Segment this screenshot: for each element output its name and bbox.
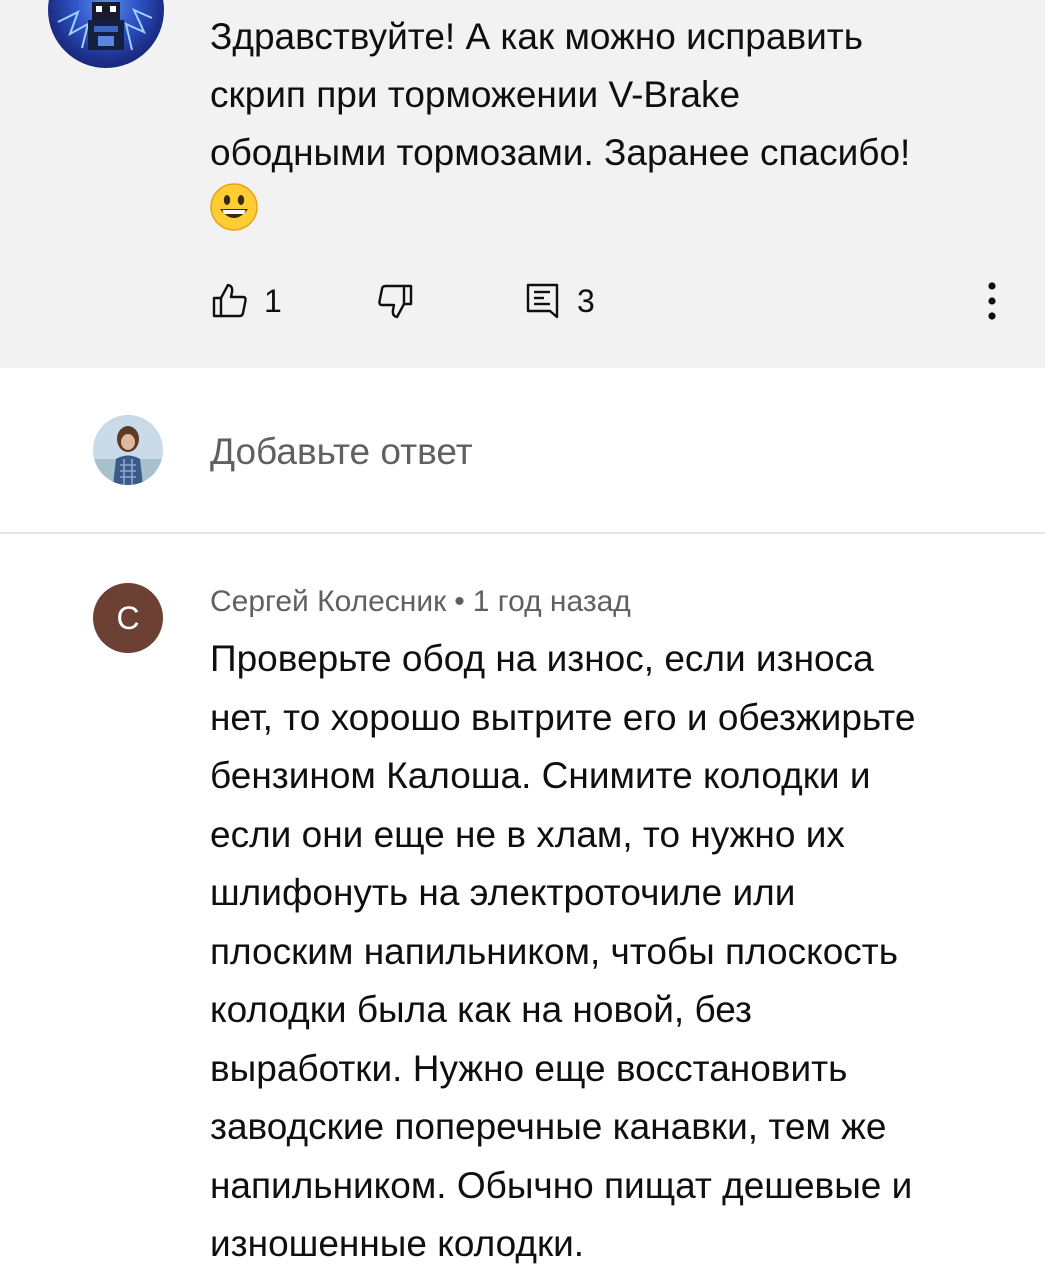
avatar-image <box>93 415 163 485</box>
meta-separator: • <box>454 585 465 618</box>
commenter-avatar[interactable] <box>48 0 164 68</box>
more-vert-icon <box>988 282 996 320</box>
like-count: 1 <box>264 282 282 319</box>
add-reply-row[interactable]: Добавьте ответ <box>0 368 1045 534</box>
dislike-button[interactable] <box>375 280 415 322</box>
reply-timestamp: 1 год назад <box>472 585 631 618</box>
replies-button[interactable]: 3 <box>523 280 595 322</box>
reply-count: 3 <box>577 282 595 319</box>
reply-author-name[interactable]: Сергей Колесник <box>210 585 446 618</box>
reply-meta: Сергей Колесник • 1 год назад <box>210 582 631 622</box>
grinning-face-emoji-icon <box>210 183 258 231</box>
thumbs-up-icon <box>212 283 247 318</box>
reply-author-avatar[interactable]: С <box>93 583 163 653</box>
avatar-image <box>57 2 153 51</box>
more-options-button[interactable] <box>975 280 1009 322</box>
thumbs-down-icon <box>378 284 413 319</box>
like-button[interactable]: 1 <box>210 280 282 322</box>
add-reply-input[interactable]: Добавьте ответ <box>210 430 473 474</box>
highlighted-comment: Здравствуйте! А как можно исправить скри… <box>0 0 1045 368</box>
comment-reply-icon <box>526 283 559 319</box>
reply-comment: С Сергей Колесник • 1 год назад Проверьте … <box>0 534 1045 1280</box>
reply-text: Проверьте обод на износ, если износа нет… <box>210 638 916 1264</box>
comments-page: Здравствуйте! А как можно исправить скри… <box>0 0 1045 1280</box>
user-avatar <box>93 415 163 485</box>
comment-text: Здравствуйте! А как можно исправить скри… <box>210 16 911 173</box>
